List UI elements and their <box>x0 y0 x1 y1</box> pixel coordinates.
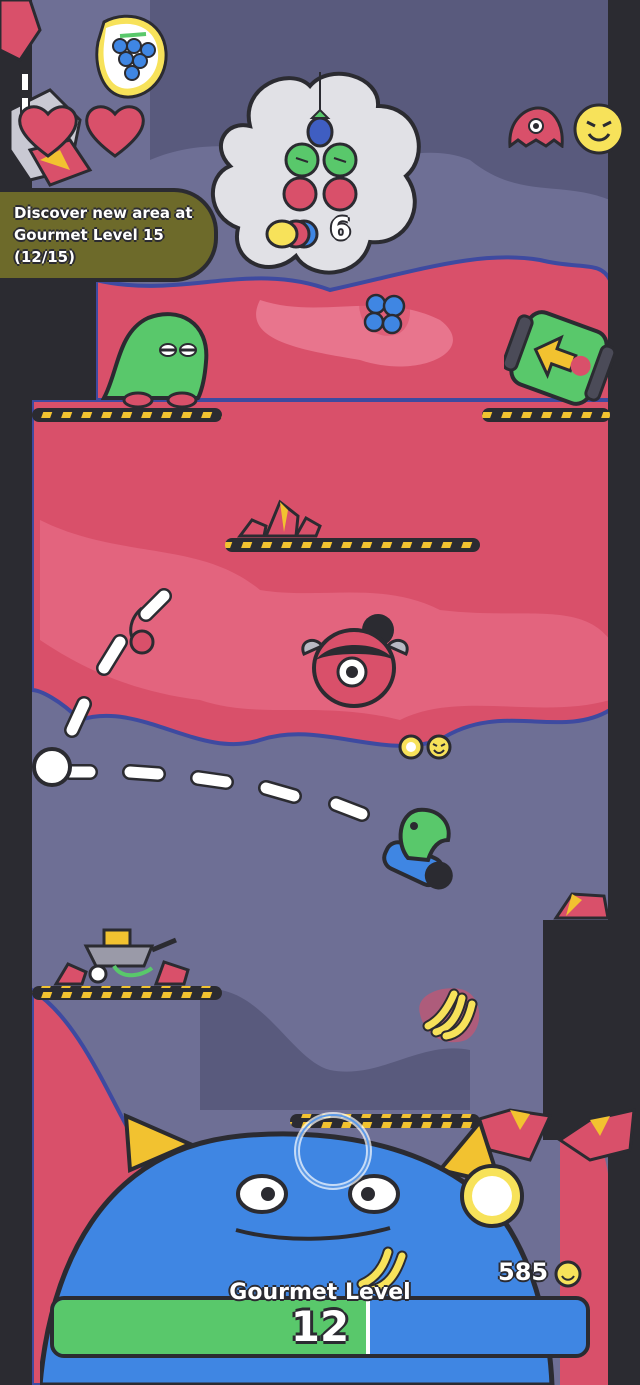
dino-cannon-character <box>382 807 453 890</box>
banana-icon[interactable] <box>414 984 484 1046</box>
wheelbarrow-icon <box>53 928 190 986</box>
game-stage[interactable]: Discover new area at Gourmet Level 15 (1… <box>0 0 640 1385</box>
gourmet-level-value: 12 <box>290 1302 350 1351</box>
coin-icon[interactable] <box>398 734 454 760</box>
red-cyclops-enemy <box>301 614 409 708</box>
coin-icon[interactable] <box>458 1162 526 1230</box>
target-ring[interactable] <box>292 1110 374 1192</box>
